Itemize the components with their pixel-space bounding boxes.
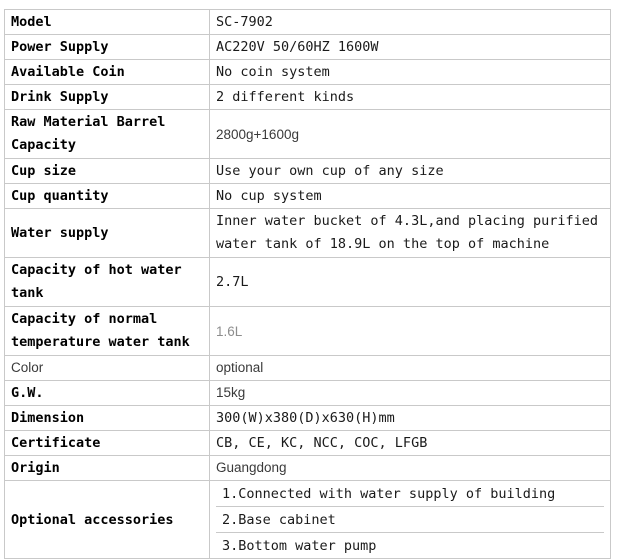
spec-label-cell: Water supply: [4, 208, 210, 258]
optional-accessory-item: 2.Base cabinet: [216, 506, 604, 533]
list-item: 2.Base cabinet: [216, 506, 604, 533]
table-row: Model SC-7902: [4, 9, 611, 35]
spec-value-cell: Use your own cup of any size: [209, 158, 611, 184]
spec-value-cell: 2.7L: [209, 257, 611, 307]
spec-value-cell: 1.6L: [209, 306, 611, 356]
spec-value-cell: CB, CE, KC, NCC, COC, LFGB: [209, 430, 611, 456]
spec-label-cell: Available Coin: [4, 59, 210, 85]
optional-accessories-list-cell: 1.Connected with water supply of buildin…: [209, 480, 611, 559]
spec-value-cell: SC-7902: [209, 9, 611, 35]
spec-value-cell: 300(W)x380(D)x630(H)mm: [209, 405, 611, 431]
spec-label-cell: Certificate: [4, 430, 210, 456]
table-row: Capacity of hot water tank 2.7L: [4, 257, 611, 307]
spec-value-cell: Inner water bucket of 4.3L,and placing p…: [209, 208, 611, 258]
table-row: Dimension 300(W)x380(D)x630(H)mm: [4, 405, 611, 431]
product-specification-table: Model SC-7902 Power Supply AC220V 50/60HZ 1…: [4, 9, 611, 559]
table-row: Available Coin No coin system: [4, 59, 611, 85]
list-item: 1.Connected with water supply of buildin…: [216, 481, 604, 507]
spec-label-cell: Raw Material Barrel Capacity: [4, 109, 210, 159]
spec-label-cell: Drink Supply: [4, 84, 210, 110]
spec-label-cell: Cup quantity: [4, 183, 210, 209]
spec-value-cell: 2800g+1600g: [209, 109, 611, 159]
spec-label-cell: Optional accessories: [4, 480, 210, 559]
table-row: Cup size Use your own cup of any size: [4, 158, 611, 184]
spec-value-cell: optional: [209, 355, 611, 381]
table-row: Drink Supply 2 different kinds: [4, 84, 611, 110]
table-row: Color optional: [4, 355, 611, 381]
spec-label-cell: Power Supply: [4, 34, 210, 60]
table-row: Certificate CB, CE, KC, NCC, COC, LFGB: [4, 430, 611, 456]
specification-table-body: Model SC-7902 Power Supply AC220V 50/60HZ 1…: [4, 9, 611, 559]
spec-label-cell: Origin: [4, 455, 210, 481]
table-row: Cup quantity No cup system: [4, 183, 611, 209]
optional-accessory-item: 3.Bottom water pump: [216, 532, 604, 558]
table-row: Power Supply AC220V 50/60HZ 1600W: [4, 34, 611, 60]
table-row: Raw Material Barrel Capacity 2800g+1600g: [4, 109, 611, 159]
spec-label-cell: Capacity of normal temperature water tan…: [4, 306, 210, 356]
specification-table-container: Model SC-7902 Power Supply AC220V 50/60HZ 1…: [4, 9, 611, 559]
spec-value-cell: 2 different kinds: [209, 84, 611, 110]
spec-label-cell: Dimension: [4, 405, 210, 431]
spec-label-cell: Cup size: [4, 158, 210, 184]
table-row: Capacity of normal temperature water tan…: [4, 306, 611, 356]
table-row: G.W. 15kg: [4, 380, 611, 406]
spec-label-cell: Capacity of hot water tank: [4, 257, 210, 307]
table-row: Water supply Inner water bucket of 4.3L,a…: [4, 208, 611, 258]
spec-value-cell: 15kg: [209, 380, 611, 406]
table-row-optional-accessories: Optional accessories 1.Connected with wat…: [4, 480, 611, 559]
optional-accessories-list: 1.Connected with water supply of buildin…: [216, 481, 604, 558]
list-item: 3.Bottom water pump: [216, 532, 604, 558]
spec-label-cell: Model: [4, 9, 210, 35]
spec-label-cell: Color: [4, 355, 210, 381]
spec-label-cell: G.W.: [4, 380, 210, 406]
spec-value-cell: No coin system: [209, 59, 611, 85]
spec-value-cell: No cup system: [209, 183, 611, 209]
spec-value-cell: Guangdong: [209, 455, 611, 481]
table-row: Origin Guangdong: [4, 455, 611, 481]
optional-accessory-item: 1.Connected with water supply of buildin…: [216, 481, 604, 507]
spec-value-cell: AC220V 50/60HZ 1600W: [209, 34, 611, 60]
